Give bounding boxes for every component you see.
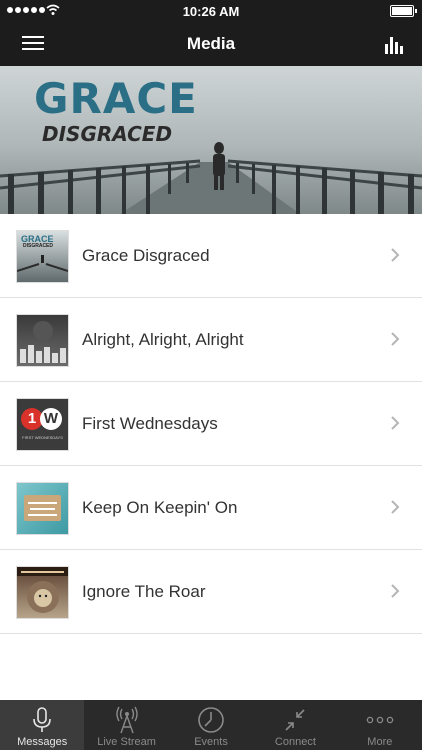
more-dots-icon — [366, 716, 394, 724]
list-item[interactable]: GRACE DISGRACED Grace Disgraced — [0, 214, 422, 298]
tab-more[interactable]: More — [338, 700, 422, 750]
chevron-right-icon — [391, 332, 400, 346]
wood-sign-image — [24, 495, 61, 521]
tab-connect[interactable]: Connect — [253, 700, 337, 750]
microphone-icon — [33, 707, 52, 732]
list-item[interactable]: Ignore The Roar — [0, 550, 422, 634]
thumbnail-badge-letter: W — [40, 408, 62, 430]
status-bar: 10:26 AM — [0, 0, 422, 22]
navigation-bar: Media — [0, 22, 422, 66]
tab-label: Live Stream — [97, 736, 156, 748]
connect-arrows-icon — [285, 709, 305, 731]
banner-title: GRACE — [34, 74, 198, 123]
tab-label: Connect — [274, 736, 316, 748]
list-item-label: First Wednesdays — [82, 414, 218, 433]
banner-subtitle: DISGRACED — [42, 122, 173, 146]
series-thumbnail: 1 W FIRST WEDNESDAYS — [16, 398, 69, 451]
chevron-right-icon — [391, 584, 400, 598]
list-item[interactable]: 1 W FIRST WEDNESDAYS First Wednesdays — [0, 382, 422, 466]
tab-label: Events — [194, 736, 228, 748]
list-item[interactable]: Keep On Keepin' On — [0, 466, 422, 550]
tab-label: Messages — [17, 736, 68, 748]
media-list: GRACE DISGRACED Grace Disgraced Alright,… — [0, 214, 422, 634]
tab-bar: Messages Live Stream Events Connect More — [0, 700, 422, 750]
page-title: Media — [186, 34, 236, 53]
series-thumbnail: GRACE DISGRACED — [16, 230, 69, 283]
status-time: 10:26 AM — [182, 4, 240, 19]
tab-live-stream[interactable]: Live Stream — [84, 700, 168, 750]
chevron-right-icon — [391, 500, 400, 514]
clock-icon — [198, 707, 224, 733]
series-thumbnail — [16, 314, 69, 367]
broadcast-tower-icon — [115, 706, 138, 734]
tab-events[interactable]: Events — [169, 700, 253, 750]
list-item-label: Grace Disgraced — [82, 246, 210, 265]
lion-image — [17, 567, 68, 613]
tab-label: More — [367, 736, 393, 748]
bridge-silhouette-image — [17, 255, 68, 272]
tab-messages[interactable]: Messages — [0, 700, 85, 750]
chevron-right-icon — [391, 416, 400, 430]
series-thumbnail — [16, 566, 69, 619]
bar-chart-icon[interactable] — [384, 34, 406, 54]
featured-series-banner[interactable]: GRACE DISGRACED — [0, 66, 422, 214]
thumbnail-caption: FIRST WEDNESDAYS — [22, 435, 63, 440]
list-item-label: Keep On Keepin' On — [82, 498, 238, 517]
chevron-right-icon — [391, 248, 400, 262]
list-item[interactable]: Alright, Alright, Alright — [0, 298, 422, 382]
list-item-label: Alright, Alright, Alright — [82, 330, 244, 349]
series-thumbnail — [16, 482, 69, 535]
battery-icon — [390, 5, 417, 17]
list-item-label: Ignore The Roar — [82, 582, 206, 601]
spotlight-image — [20, 321, 66, 363]
